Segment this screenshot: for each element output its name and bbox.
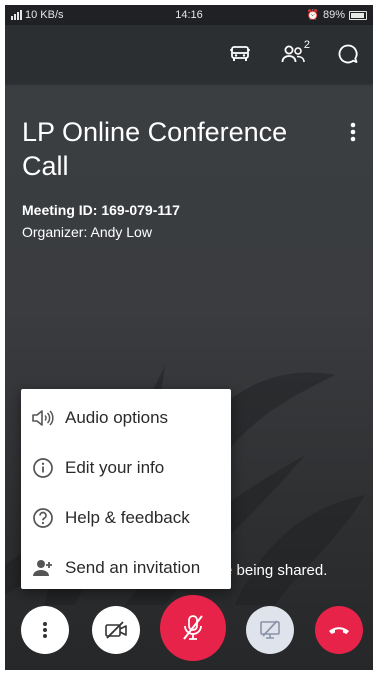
more-vert-icon — [43, 622, 47, 638]
share-screen-button[interactable] — [246, 606, 294, 654]
screen-share-off-icon — [260, 620, 280, 639]
participants-button[interactable]: 2 — [277, 37, 311, 71]
menu-item-label: Audio options — [65, 408, 169, 427]
video-off-icon — [105, 621, 127, 639]
info-icon — [33, 458, 53, 478]
end-call-button[interactable] — [315, 606, 363, 654]
top-app-bar: 2 — [5, 25, 373, 83]
menu-item-send-invitation[interactable]: Send an invitation — [21, 543, 231, 593]
organizer: Organizer: Andy Low — [22, 224, 152, 240]
battery-percent: 89% — [322, 9, 345, 21]
menu-item-label: Help & feedback — [65, 508, 190, 527]
mute-toggle-button[interactable] — [160, 595, 226, 661]
signal-icon — [11, 10, 22, 20]
battery-icon — [349, 10, 367, 20]
options-menu: Audio options Edit your info Help & feed… — [21, 389, 231, 589]
speaker-icon — [32, 410, 54, 426]
meeting-title: LP Online Conference Call — [22, 117, 288, 181]
car-mode-button[interactable] — [223, 37, 257, 71]
meeting-id: Meeting ID: 169-079-117 — [22, 202, 180, 218]
hang-up-icon — [329, 627, 349, 634]
more-options-button[interactable] — [21, 606, 69, 654]
car-icon — [230, 46, 250, 61]
chat-icon — [338, 44, 358, 64]
menu-item-audio-options[interactable]: Audio options — [21, 393, 231, 443]
video-toggle-button[interactable] — [92, 606, 140, 654]
more-vert-icon — [350, 122, 356, 142]
meeting-more-button[interactable] — [343, 118, 363, 146]
alarm-icon: ⏰ — [306, 9, 319, 21]
mic-off-icon — [183, 615, 203, 640]
network-speed: 10 KB/s — [25, 9, 64, 21]
help-icon — [33, 508, 53, 528]
phone-screen: 10 KB/s 14:16 ⏰ 89% 2 LP Online Conferen… — [5, 5, 373, 670]
chat-button[interactable] — [331, 37, 365, 71]
sharing-status-text: re being shared. — [219, 562, 328, 579]
add-person-icon — [33, 560, 52, 576]
participants-count: 2 — [303, 39, 310, 51]
status-bar: 10 KB/s 14:16 ⏰ 89% — [5, 5, 373, 25]
menu-item-edit-info[interactable]: Edit your info — [21, 443, 231, 493]
menu-item-label: Edit your info — [65, 458, 165, 477]
menu-item-help-feedback[interactable]: Help & feedback — [21, 493, 231, 543]
menu-item-label: Send an invitation — [65, 558, 201, 577]
